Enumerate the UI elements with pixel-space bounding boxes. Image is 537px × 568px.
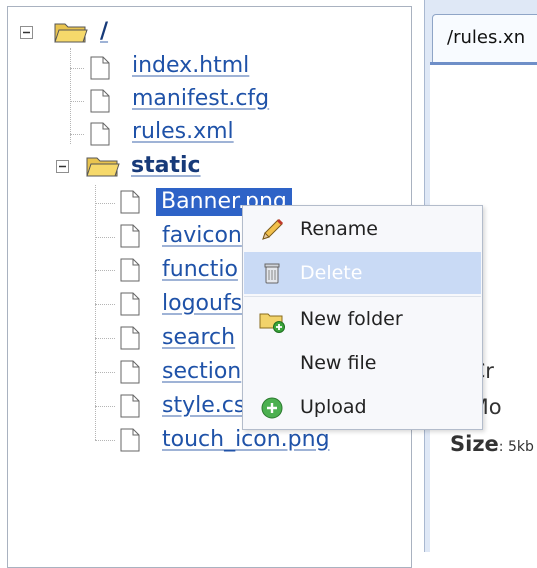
tree-line (95, 372, 115, 373)
tree-node-root[interactable]: / (20, 18, 120, 46)
tree-label-file[interactable]: touch_icon.png (162, 426, 330, 454)
upload-icon (261, 397, 283, 419)
tree-line (70, 134, 84, 135)
tree-line (95, 304, 115, 305)
menu-label: Upload (300, 396, 367, 418)
file-icon (120, 326, 140, 350)
tree-line (70, 68, 84, 69)
file-icon (120, 224, 140, 248)
folder-open-icon (54, 23, 88, 43)
menu-item-upload[interactable]: Upload (244, 386, 481, 428)
tree-node-file[interactable]: touch_icon.png (120, 426, 360, 454)
tree-line (95, 338, 115, 339)
pencil-icon (262, 218, 284, 240)
file-icon (120, 258, 140, 282)
menu-label: New file (300, 352, 377, 374)
property-size-label: Size (450, 432, 499, 456)
tab-label: /rules.xn (447, 27, 526, 48)
file-icon (120, 394, 140, 418)
trash-icon (264, 263, 280, 284)
tree-node-folder-static[interactable]: static (56, 152, 236, 180)
file-icon (120, 428, 140, 452)
tree-label-root[interactable]: / (100, 18, 108, 46)
menu-label: Rename (300, 218, 378, 240)
file-icon (120, 190, 140, 214)
menu-separator (244, 296, 481, 297)
tree-label-file[interactable]: favicon (162, 222, 242, 250)
tree-label-file[interactable]: manifest.cfg (132, 85, 269, 113)
file-icon (90, 89, 110, 113)
tree-label-file[interactable]: logoufs (162, 290, 242, 318)
menu-item-rename[interactable]: Rename (244, 208, 481, 250)
tree-label-file[interactable]: search (162, 324, 235, 352)
collapse-toggle-icon[interactable] (56, 160, 69, 173)
tab-strip-underline (430, 62, 537, 65)
tree-line (95, 440, 115, 441)
tree-node-file[interactable]: manifest.cfg (90, 85, 290, 115)
tree-line (95, 185, 96, 440)
menu-label: Delete (300, 262, 363, 284)
tree-label-file[interactable]: functio (162, 256, 238, 284)
tab-rules-xml[interactable]: /rules.xn (432, 14, 537, 64)
tree-label-folder[interactable]: static (131, 152, 201, 180)
tree-line (70, 48, 71, 144)
tree-line (95, 406, 115, 407)
tree-line (95, 203, 115, 204)
collapse-toggle-icon[interactable] (20, 26, 33, 39)
menu-item-new-file[interactable]: New file (244, 342, 481, 384)
tree-node-file[interactable]: rules.xml (90, 118, 290, 148)
file-icon (120, 292, 140, 316)
tree-label-file[interactable]: rules.xml (132, 118, 234, 146)
file-icon (90, 122, 110, 146)
file-icon (120, 360, 140, 384)
folder-open-icon (86, 157, 120, 177)
tree-label-file[interactable]: style.cs (162, 392, 245, 420)
file-icon (90, 56, 110, 80)
tree-line (95, 270, 115, 271)
tree-node-file[interactable]: index.html (90, 52, 290, 82)
context-menu: Rename Delete New folder New file Upload (242, 205, 483, 430)
menu-item-delete[interactable]: Delete (244, 252, 481, 294)
tree-line (95, 237, 115, 238)
property-size: Size: 5kb (450, 432, 534, 456)
folder-add-icon (259, 313, 285, 333)
tree-label-file[interactable]: section (162, 358, 241, 386)
menu-item-new-folder[interactable]: New folder (244, 298, 481, 340)
menu-label: New folder (300, 308, 403, 330)
tree-line (70, 101, 84, 102)
tree-label-file[interactable]: index.html (132, 52, 249, 80)
property-size-value: : 5kb (498, 439, 534, 455)
